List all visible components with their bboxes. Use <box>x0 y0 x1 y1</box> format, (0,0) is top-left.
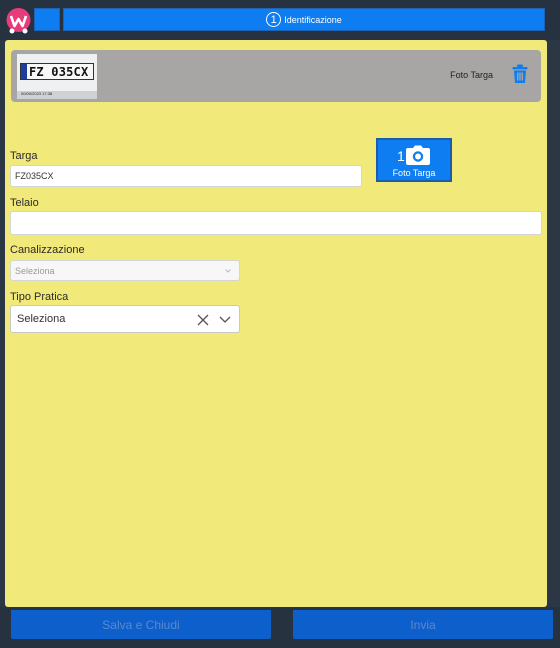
telaio-label: Telaio <box>10 197 39 209</box>
tipo-pratica-value: Seleziona <box>17 313 66 325</box>
bottom-bar: Salva e Chiudi Invia <box>0 607 560 648</box>
nav-tab-back[interactable] <box>34 8 60 31</box>
send-button[interactable]: Invia <box>293 610 553 639</box>
clear-icon[interactable] <box>197 314 209 326</box>
photo-label: Foto Targa <box>450 70 493 80</box>
targa-input[interactable]: FZ035CX <box>10 165 362 187</box>
targa-label: Targa <box>10 150 38 162</box>
photo-strip: FZ 035CX 00/00/2023 17:38 Foto Targa <box>11 50 541 102</box>
top-bar: 1 Identificazione <box>0 0 560 40</box>
save-close-button[interactable]: Salva e Chiudi <box>11 610 271 639</box>
photo-timestamp: 00/00/2023 17:38 <box>21 91 53 96</box>
step-tab-identificazione[interactable]: 1 Identificazione <box>63 8 545 31</box>
license-plate: FZ 035CX <box>20 63 94 80</box>
canalizzazione-placeholder: Seleziona <box>15 265 55 276</box>
photo-count: 1 <box>397 148 405 164</box>
telaio-input[interactable] <box>10 211 542 235</box>
tipo-pratica-label: Tipo Pratica <box>10 291 69 303</box>
chevron-down-icon <box>225 269 231 273</box>
camera-icon <box>406 145 430 165</box>
foto-targa-button[interactable]: 1 Foto Targa <box>376 138 452 182</box>
trash-icon[interactable] <box>512 64 528 84</box>
app-logo-icon[interactable] <box>5 7 32 34</box>
foto-button-label: Foto Targa <box>392 168 436 178</box>
tipo-pratica-select[interactable]: Seleziona <box>10 305 240 333</box>
chevron-down-icon[interactable] <box>219 316 231 324</box>
plate-text: FZ 035CX <box>29 64 89 79</box>
step-label: Identificazione <box>284 14 342 25</box>
main-panel: FZ 035CX 00/00/2023 17:38 Foto Targa Tar… <box>5 40 547 607</box>
canalizzazione-select[interactable]: Seleziona <box>10 260 240 281</box>
canalizzazione-label: Canalizzazione <box>10 244 85 256</box>
plate-photo-thumbnail[interactable]: FZ 035CX 00/00/2023 17:38 <box>17 54 97 99</box>
step-number-badge: 1 <box>266 12 282 27</box>
